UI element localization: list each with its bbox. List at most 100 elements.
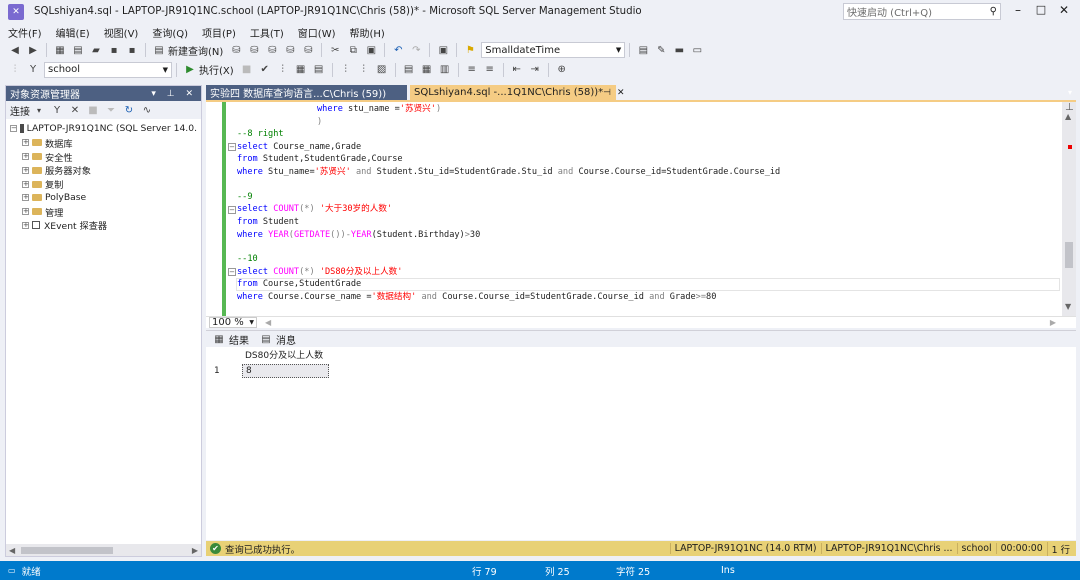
- include-plan-icon[interactable]: ⫶: [339, 63, 353, 76]
- database-engine-query-icon[interactable]: ⛁: [229, 44, 243, 57]
- chevron-down-icon[interactable]: ▾: [32, 104, 46, 117]
- scroll-left-icon[interactable]: ◀: [9, 546, 15, 555]
- toolbox-icon[interactable]: ▬: [672, 44, 686, 57]
- menu-window[interactable]: 窗口(W): [298, 25, 336, 40]
- dax-query-icon[interactable]: ⛁: [301, 44, 315, 57]
- undo-icon[interactable]: ↶: [391, 44, 405, 57]
- find-icon[interactable]: ⚑: [463, 44, 477, 57]
- collapse-icon[interactable]: −: [228, 268, 236, 276]
- zoom-select[interactable]: 100 % ▼: [209, 317, 257, 328]
- solution-config-select[interactable]: SmalldateTime ▼: [481, 42, 626, 58]
- increase-indent-icon[interactable]: ⇥: [528, 63, 542, 76]
- back-icon[interactable]: ◀: [8, 44, 22, 57]
- expand-icon[interactable]: +: [22, 221, 29, 229]
- filter-icon[interactable]: ⏷: [104, 104, 118, 117]
- tree-node-management[interactable]: + 管理: [10, 205, 197, 219]
- live-stats-icon[interactable]: ⫶: [357, 63, 371, 76]
- tab-messages[interactable]: ▤ 消息: [259, 332, 296, 347]
- registered-servers-icon[interactable]: ▤: [636, 44, 650, 57]
- tree-server-node[interactable]: − LAPTOP-JR91Q1NC (SQL Server 14.0.: [10, 122, 197, 136]
- forward-icon[interactable]: ▶: [26, 44, 40, 57]
- expand-icon[interactable]: +: [22, 194, 29, 202]
- close-button[interactable]: ✕: [1055, 3, 1073, 17]
- expand-icon[interactable]: +: [22, 180, 29, 188]
- specify-values-icon[interactable]: ⊕: [555, 63, 569, 76]
- change-connection-icon[interactable]: Y: [26, 63, 40, 76]
- stop-icon[interactable]: ■: [86, 104, 100, 117]
- connect-icon[interactable]: Y: [50, 104, 64, 117]
- save-all-icon[interactable]: ▪: [125, 44, 139, 57]
- debug-icon[interactable]: ▣: [436, 44, 450, 57]
- menu-edit[interactable]: 编辑(E): [56, 25, 90, 40]
- intellisense-icon[interactable]: ▤: [312, 63, 326, 76]
- database-select[interactable]: school ▼: [44, 61, 172, 78]
- tree-node-polybase[interactable]: + PolyBase: [10, 191, 197, 205]
- available-databases-icon[interactable]: ⫶: [8, 63, 22, 76]
- new-query-button[interactable]: ▤ 新建查询(N): [150, 43, 223, 58]
- uncomment-icon[interactable]: ≡: [483, 63, 497, 76]
- disconnect-icon[interactable]: ✕: [68, 104, 82, 117]
- menu-tools[interactable]: 工具(T): [250, 25, 284, 40]
- xmla-query-icon[interactable]: ⛁: [283, 44, 297, 57]
- result-row-number[interactable]: 1: [214, 364, 242, 378]
- open-file-icon[interactable]: ▰: [89, 44, 103, 57]
- results-to-file-icon[interactable]: ▥: [438, 63, 452, 76]
- collapse-icon[interactable]: −: [228, 206, 236, 214]
- copy-icon[interactable]: ⧉: [346, 44, 360, 57]
- window-layout-icon[interactable]: ▭: [690, 44, 704, 57]
- tab-experiment-four[interactable]: 实验四 数据库查询语言...C\Chris (59)): [206, 85, 407, 100]
- parse-icon[interactable]: ✔: [258, 63, 272, 76]
- tree-node-xevent-profiler[interactable]: + XEvent 探查器: [10, 219, 197, 232]
- editor-vscroll[interactable]: ⊥ ▲ ▼: [1062, 102, 1076, 316]
- tree-node-replication[interactable]: + 复制: [10, 177, 197, 191]
- menu-file[interactable]: 文件(F): [8, 25, 42, 40]
- dmx-query-icon[interactable]: ⛁: [265, 44, 279, 57]
- quick-launch-input[interactable]: 快速启动 (Ctrl+Q) ⚲: [843, 3, 1001, 20]
- scroll-thumb[interactable]: [1065, 242, 1073, 268]
- scroll-down-icon[interactable]: ▼: [1065, 302, 1071, 311]
- scroll-right-icon[interactable]: ▶: [192, 546, 198, 555]
- tab-results[interactable]: ▦ 结果: [212, 332, 249, 347]
- scroll-left-icon[interactable]: ◀: [265, 318, 271, 327]
- menu-help[interactable]: 帮助(H): [350, 25, 385, 40]
- display-plan-icon[interactable]: ⫶: [276, 63, 290, 76]
- expand-icon[interactable]: +: [22, 152, 29, 160]
- activity-monitor-icon[interactable]: ∿: [140, 104, 154, 117]
- minimize-button[interactable]: –: [1008, 3, 1028, 17]
- refresh-icon[interactable]: ↻: [122, 104, 136, 117]
- mdx-query-icon[interactable]: ⛁: [247, 44, 261, 57]
- tab-overflow-icon[interactable]: ▾: [1068, 88, 1072, 97]
- expand-icon[interactable]: +: [22, 139, 29, 147]
- pin-close-icons[interactable]: ⊣✕: [603, 88, 630, 98]
- connect-button[interactable]: 连接: [10, 103, 30, 118]
- object-explorer-hscroll[interactable]: ◀ ▶: [6, 544, 201, 556]
- tree-node-security[interactable]: + 安全性: [10, 150, 197, 164]
- menu-project[interactable]: 项目(P): [202, 25, 236, 40]
- comment-icon[interactable]: ≡: [465, 63, 479, 76]
- properties-icon[interactable]: ✎: [654, 44, 668, 57]
- tree-node-databases[interactable]: + 数据库: [10, 136, 197, 150]
- collapse-icon[interactable]: −: [228, 143, 236, 151]
- query-designer-icon[interactable]: ▦: [294, 63, 308, 76]
- redo-icon[interactable]: ↷: [409, 44, 423, 57]
- save-icon[interactable]: ▪: [107, 44, 121, 57]
- tree-node-server-objects[interactable]: + 服务器对象: [10, 163, 197, 177]
- results-to-text-icon[interactable]: ▤: [402, 63, 416, 76]
- collapse-icon[interactable]: −: [10, 125, 17, 133]
- paste-icon[interactable]: ▣: [364, 44, 378, 57]
- scroll-right-icon[interactable]: ▶: [1050, 318, 1056, 327]
- stop-icon[interactable]: ■: [240, 63, 254, 76]
- result-column-header[interactable]: DS80分及以上人数: [242, 349, 329, 363]
- decrease-indent-icon[interactable]: ⇤: [510, 63, 524, 76]
- maximize-button[interactable]: □: [1032, 3, 1050, 16]
- scroll-up-icon[interactable]: ▲: [1065, 112, 1071, 121]
- new-project-icon[interactable]: ▦: [53, 44, 67, 57]
- menu-query[interactable]: 查询(Q): [152, 25, 188, 40]
- execute-button[interactable]: ▶ 执行(X): [181, 62, 234, 77]
- results-to-grid-icon[interactable]: ▦: [420, 63, 434, 76]
- menu-view[interactable]: 视图(V): [104, 25, 139, 40]
- tab-sqlshiyan4[interactable]: SQLshiyan4.sql -...1Q1NC\Chris (58))* ⊣✕: [410, 85, 624, 100]
- scroll-thumb[interactable]: [21, 546, 114, 554]
- client-stats-icon[interactable]: ▨: [375, 63, 389, 76]
- cut-icon[interactable]: ✂: [328, 44, 342, 57]
